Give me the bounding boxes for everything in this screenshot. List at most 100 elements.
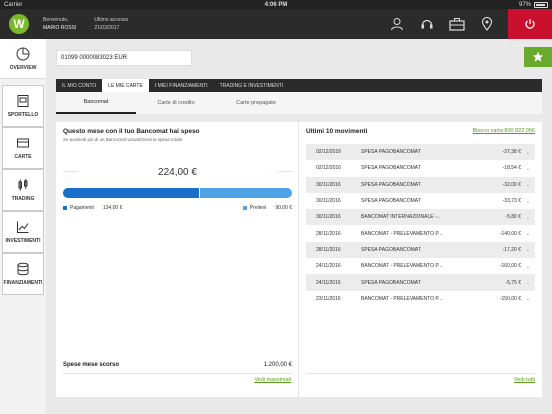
movement-amount: -140,00 €	[499, 230, 521, 237]
sidebar-item-overview[interactable]: OVERVIEW	[0, 39, 46, 79]
account-selector[interactable]: 01099 0000083023 EUR	[56, 50, 192, 66]
chevron-down-icon: ⌄	[525, 263, 531, 270]
star-icon	[532, 51, 544, 62]
movements-title: Ultimi 10 movimenti	[306, 128, 368, 135]
status-bar: Carrier 4:06 PM 97%	[0, 0, 552, 9]
movement-date: 30/11/2016	[316, 181, 341, 188]
withdrawals-value: 90,00 €	[275, 205, 292, 211]
limits-link[interactable]: Vedi massimali	[254, 377, 291, 383]
card-type-tabs: Bancomat Carte di credito Carte prepagat…	[56, 92, 542, 114]
chevron-down-icon: ⌄	[525, 280, 531, 287]
last-access-date: 21/03/2017	[94, 25, 120, 31]
period-right-indicator: · · — —	[271, 169, 292, 175]
payments-swatch	[63, 206, 67, 210]
payments-value: 134,00 €	[102, 205, 123, 211]
line-chart-icon	[17, 221, 29, 233]
subtab-bancomat[interactable]: Bancomat	[56, 92, 136, 114]
movement-date: 23/11/2016	[316, 295, 341, 302]
favorite-button[interactable]	[524, 47, 552, 67]
sidebar-item-label: SPORTELLO	[7, 112, 39, 118]
list-item[interactable]: 24/11/2016 SPESA PAGOBANCOMAT -5,75 € ⌄	[306, 274, 535, 291]
movement-amount: -18,54 €	[502, 165, 521, 172]
welcome-label: Benvenuto,	[43, 17, 69, 23]
movement-date: 30/11/2016	[316, 198, 341, 205]
logout-button[interactable]	[508, 9, 552, 39]
spending-bar	[63, 188, 292, 198]
list-item[interactable]: 28/11/2016 SPESA PAGOBANCOMAT -17,20 € ⌄	[306, 241, 535, 259]
battery-icon	[534, 1, 548, 8]
list-item[interactable]: 24/11/2016 BANCOMAT - PRELEVAMENTO P... -1…	[306, 258, 535, 274]
sidebar-item-finanziamenti[interactable]: FINANZIAMENTI	[2, 253, 44, 295]
main-content: 01099 0000083023 EUR IL MIO CONTO LE MIE…	[46, 39, 552, 414]
sidebar-item-sportello[interactable]: SPORTELLO	[2, 85, 44, 127]
movement-description: SPESA PAGOBANCOMAT	[361, 165, 421, 172]
spending-total-row: — — · 224,00 € · · — —	[63, 165, 292, 179]
cards-panel: Questo mese con il tuo Bancomat hai spes…	[56, 122, 542, 397]
payments-bar-segment	[63, 188, 201, 198]
chevron-down-icon: ⌄	[525, 296, 531, 303]
main-tabs: IL MIO CONTO LE MIE CARTE I MIEI FINANZI…	[56, 79, 542, 92]
sidebar-item-label: INVESTIMENTI	[5, 238, 41, 244]
movement-date: 02/12/2016	[316, 149, 342, 156]
movement-description: BANCOMAT INTERNAZIONALE -...	[361, 214, 441, 221]
welcome-block: Benvenuto, MARIO ROSSI	[43, 16, 76, 32]
chevron-down-icon: ⌄	[525, 214, 531, 221]
tab-i-miei-finanziamenti[interactable]: I MIEI FINANZIAMENTI	[149, 79, 214, 92]
movement-date: 28/11/2016	[316, 230, 341, 237]
spending-total: 224,00 €	[158, 166, 197, 178]
movement-description: SPESA PAGOBANCOMAT	[361, 149, 421, 156]
list-item[interactable]: 02/12/2016 SPESA PAGOBANCOMAT -18,54 € ⌄	[306, 160, 535, 176]
candlestick-icon	[18, 179, 28, 191]
sidebar-item-label: FINANZIAMENTI	[3, 280, 43, 286]
last-month-label: Spese mese scorso	[63, 362, 120, 368]
power-icon	[525, 19, 535, 29]
movement-description: BANCOMAT - PRELEVAMENTO P...	[361, 295, 443, 302]
movements-list: 02/12/2016 SPESA PAGOBANCOMAT -37,38 € ⌄ 02/…	[306, 144, 535, 307]
pie-chart-icon	[16, 47, 30, 60]
spending-title: Questo mese con il tuo Bancomat hai spes…	[63, 128, 200, 135]
legend-payments: Pagamenti 134,00 €	[63, 205, 243, 211]
spending-legend: Pagamenti 134,00 € Prelievi 90,00 €	[63, 205, 292, 211]
chevron-down-icon: ⌄	[525, 165, 531, 172]
list-item[interactable]: 28/11/2016 BANCOMAT - PRELEVAMENTO P... -1…	[306, 225, 535, 241]
headset-icon[interactable]	[412, 9, 442, 39]
list-item[interactable]: 30/11/2016 BANCOMAT INTERNAZIONALE -... -5…	[306, 209, 535, 226]
location-pin-icon[interactable]	[472, 9, 502, 39]
tab-trading-e-investimenti[interactable]: TRADING E INVESTIMENTI	[214, 79, 290, 92]
list-item[interactable]: 30/11/2016 SPESA PAGOBANCOMAT -32,00 € ⌄	[306, 176, 535, 193]
movement-description: BANCOMAT - PRELEVAMENTO P...	[361, 230, 443, 237]
list-item[interactable]: 30/11/2016 SPESA PAGOBANCOMAT -33,73 € ⌄	[306, 193, 535, 209]
header-actions	[382, 9, 552, 39]
app-logo[interactable]: W	[9, 14, 29, 34]
payments-label: Pagamenti	[70, 205, 94, 211]
movements-panel: Ultimi 10 movimenti Blocco carta 800 822…	[299, 122, 542, 397]
block-card-link[interactable]: Blocco carta 800 822 056	[473, 128, 535, 134]
subtab-carte-di-credito[interactable]: Carte di credito	[136, 92, 216, 114]
spending-subtitle: Se possiedi più di un Bancomat visualizz…	[63, 137, 183, 142]
clock: 4:06 PM	[264, 1, 288, 8]
list-item[interactable]: 23/11/2016 BANCOMAT - PRELEVAMENTO P... -1…	[306, 291, 535, 307]
sidebar-item-trading[interactable]: TRADING	[2, 169, 44, 211]
movement-date: 30/11/2016	[316, 214, 341, 221]
movement-description: BANCOMAT - PRELEVAMENTO P...	[361, 263, 443, 270]
sidebar: OVERVIEW SPORTELLO CARTE TRADING INVESTI…	[0, 39, 46, 414]
chevron-down-icon: ⌄	[525, 198, 531, 205]
movement-amount: -5,75 €	[505, 279, 521, 286]
sidebar-item-investimenti[interactable]: INVESTIMENTI	[2, 211, 44, 253]
movement-description: SPESA PAGOBANCOMAT	[361, 279, 421, 286]
chevron-down-icon: ⌄	[525, 182, 531, 189]
last-month-row: Spese mese scorso 1.200,00 €	[63, 362, 292, 368]
see-all-link[interactable]: Vedi tutti	[514, 377, 535, 383]
chevron-down-icon: ⌄	[525, 149, 531, 156]
tab-il-mio-conto[interactable]: IL MIO CONTO	[56, 79, 102, 92]
briefcase-icon[interactable]	[442, 9, 472, 39]
user-icon[interactable]	[382, 9, 412, 39]
sidebar-item-carte[interactable]: CARTE	[2, 127, 44, 169]
subtab-carte-prepagate[interactable]: Carte prepagate	[216, 92, 296, 114]
movement-date: 28/11/2016	[316, 246, 341, 253]
tab-le-mie-carte[interactable]: LE MIE CARTE	[102, 79, 149, 92]
list-item[interactable]: 02/12/2016 SPESA PAGOBANCOMAT -37,38 € ⌄	[306, 144, 535, 161]
movement-description: SPESA PAGOBANCOMAT	[361, 198, 421, 205]
sidebar-item-label: TRADING	[11, 196, 35, 202]
legend-withdrawals: Prelievi 90,00 €	[242, 205, 292, 211]
